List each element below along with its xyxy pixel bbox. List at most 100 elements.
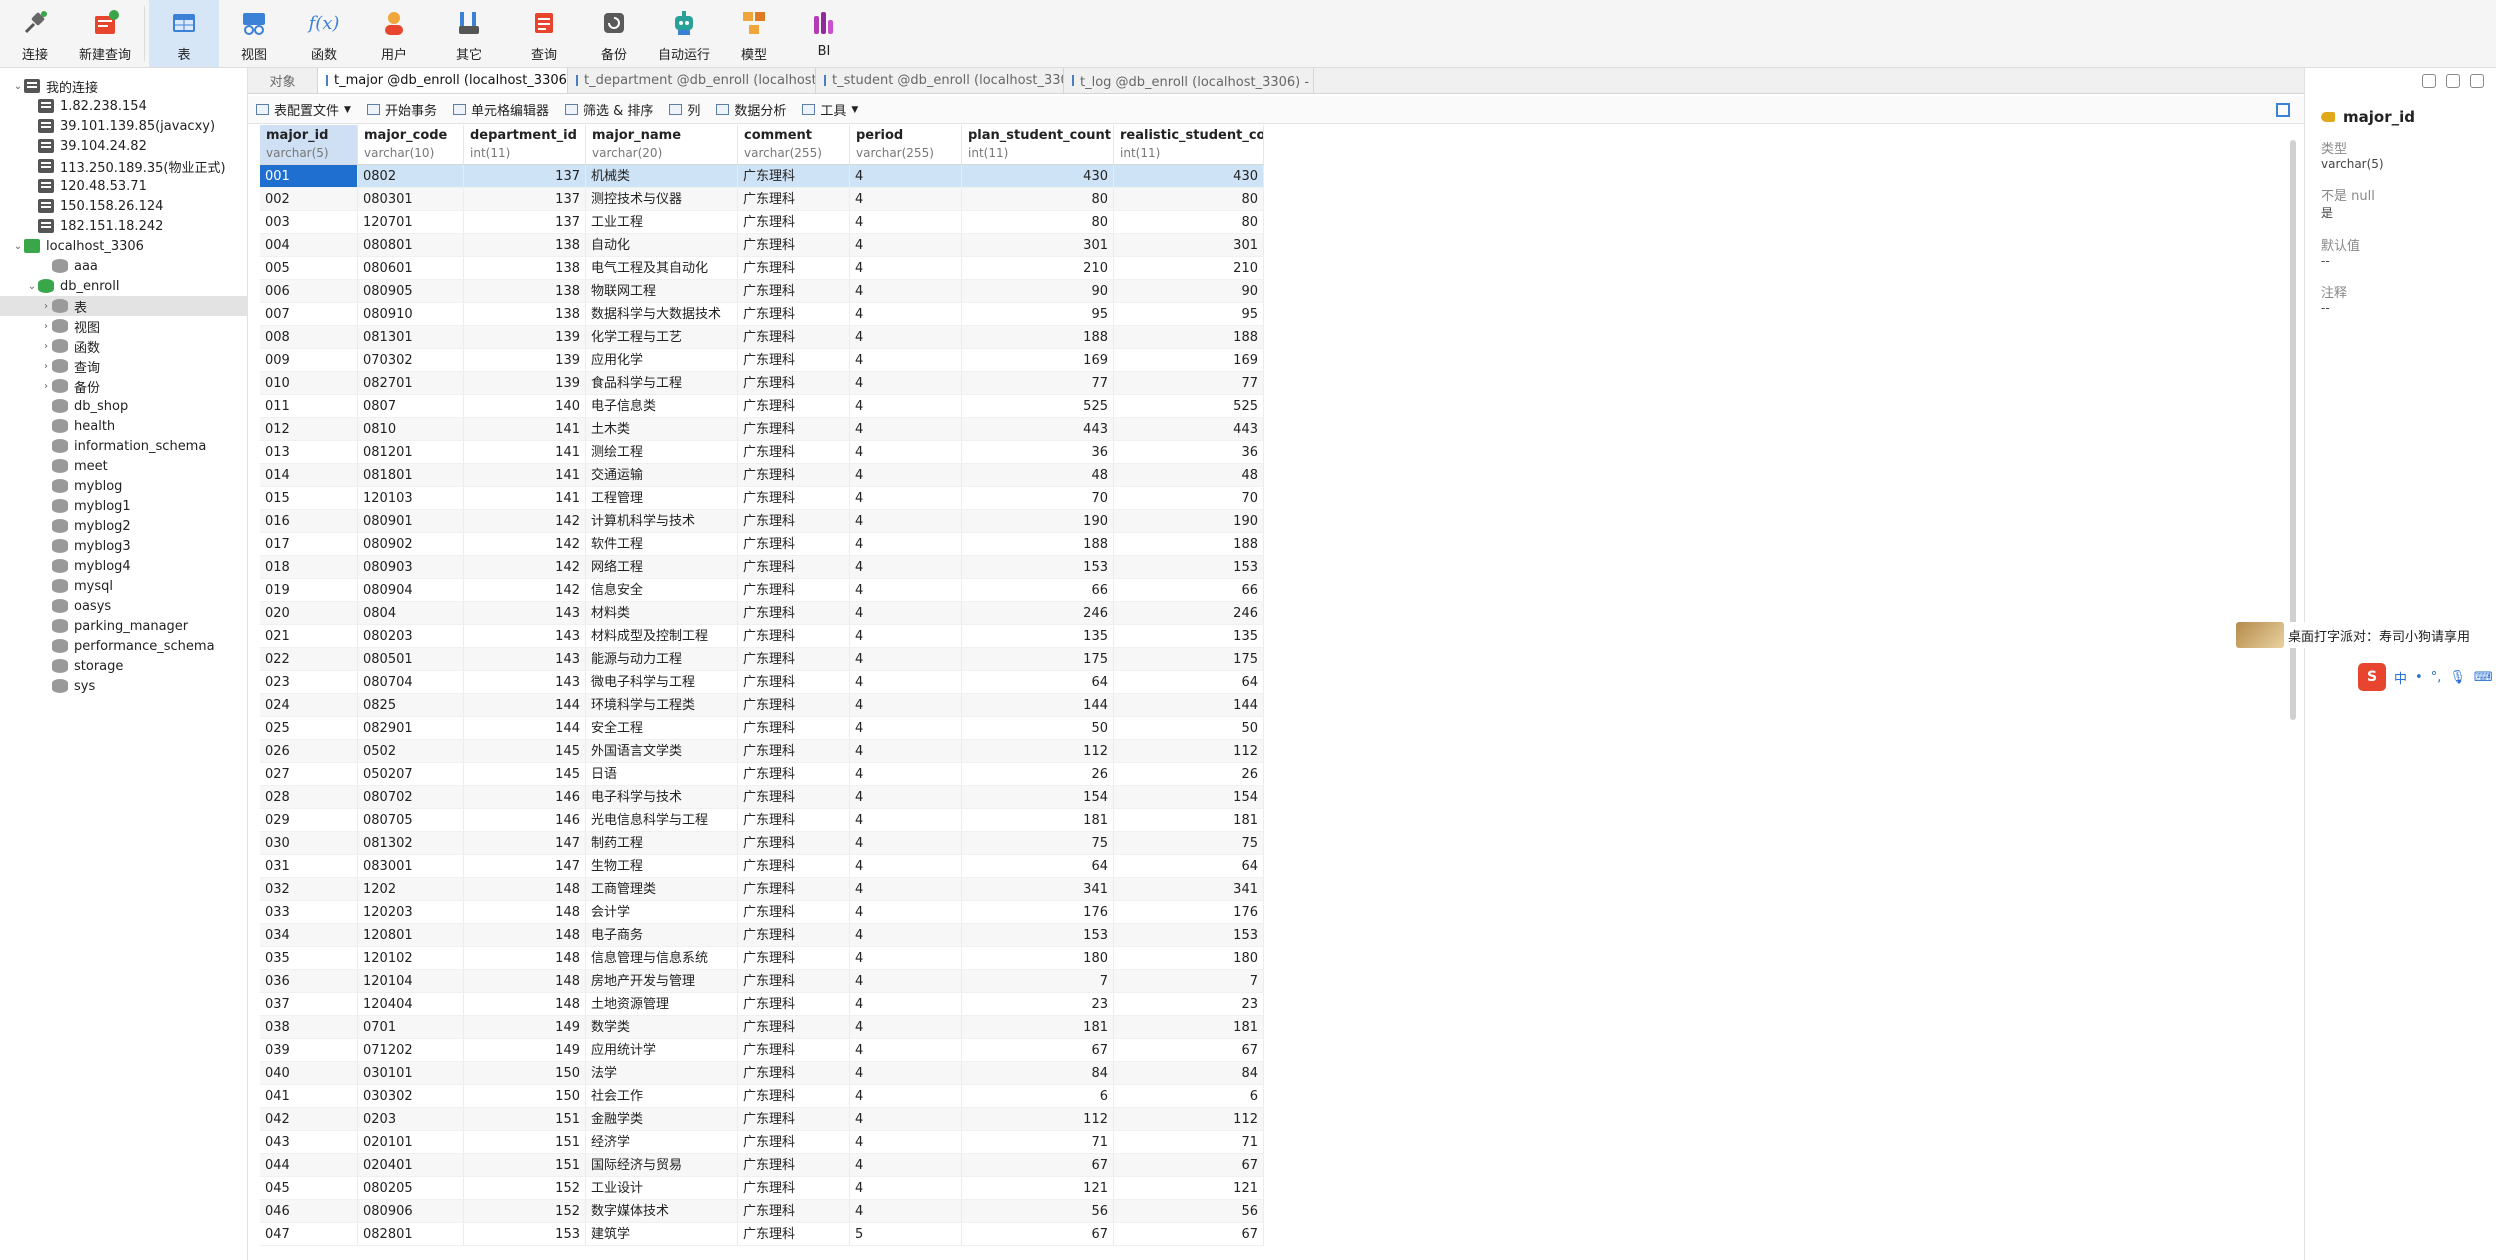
table-cell[interactable]: 化学工程与工艺 xyxy=(586,326,738,348)
ime-punct[interactable]: • xyxy=(2415,670,2423,685)
table-cell[interactable]: 139 xyxy=(464,372,586,394)
table-cell[interactable]: 010 xyxy=(260,372,358,394)
table-cell[interactable]: 033 xyxy=(260,901,358,923)
sidebar-connection[interactable]: 150.158.26.124 xyxy=(0,196,248,216)
table-cell[interactable]: 1202 xyxy=(358,878,464,900)
table-row[interactable]: 027 050207 145 日语 广东理科 4 26 26 xyxy=(260,763,1264,786)
column-header-plan-student-count[interactable]: plan_student_count int(11) xyxy=(962,125,1114,164)
table-cell[interactable]: 广东理科 xyxy=(738,211,850,233)
table-cell[interactable]: 080905 xyxy=(358,280,464,302)
table-cell[interactable]: 4 xyxy=(850,556,962,578)
table-cell[interactable]: 4 xyxy=(850,464,962,486)
table-cell[interactable]: 145 xyxy=(464,763,586,785)
table-cell[interactable]: 26 xyxy=(1114,763,1264,785)
table-cell[interactable]: 030 xyxy=(260,832,358,854)
table-cell[interactable]: 广东理科 xyxy=(738,970,850,992)
table-cell[interactable]: 广东理科 xyxy=(738,280,850,302)
table-cell[interactable]: 021 xyxy=(260,625,358,647)
table-cell[interactable]: 082701 xyxy=(358,372,464,394)
table-row[interactable]: 023 080704 143 微电子科学与工程 广东理科 4 64 64 xyxy=(260,671,1264,694)
table-cell[interactable]: 信息管理与信息系统 xyxy=(586,947,738,969)
table-cell[interactable]: 国际经济与贸易 xyxy=(586,1154,738,1176)
table-row[interactable]: 042 0203 151 金融学类 广东理科 4 112 112 xyxy=(260,1108,1264,1131)
table-cell[interactable]: 301 xyxy=(1114,234,1264,256)
data-analysis-button[interactable]: 数据分析 xyxy=(708,98,794,122)
table-cell[interactable]: 食品科学与工程 xyxy=(586,372,738,394)
chevron-icon[interactable]: › xyxy=(40,341,52,352)
table-row[interactable]: 021 080203 143 材料成型及控制工程 广东理科 4 135 135 xyxy=(260,625,1264,648)
table-cell[interactable]: 广东理科 xyxy=(738,1062,850,1084)
table-cell[interactable]: 301 xyxy=(962,234,1114,256)
table-cell[interactable]: 188 xyxy=(1114,326,1264,348)
table-cell[interactable]: 020401 xyxy=(358,1154,464,1176)
table-cell[interactable]: 77 xyxy=(1114,372,1264,394)
table-cell[interactable]: 153 xyxy=(962,556,1114,578)
table-cell[interactable]: 64 xyxy=(1114,855,1264,877)
table-cell[interactable]: 050207 xyxy=(358,763,464,785)
table-cell[interactable]: 能源与动力工程 xyxy=(586,648,738,670)
tab-t-student[interactable]: t_student @db_enroll (localhost_330... xyxy=(816,68,1064,93)
table-cell[interactable]: 188 xyxy=(962,533,1114,555)
table-cell[interactable]: 026 xyxy=(260,740,358,762)
table-cell[interactable]: 4 xyxy=(850,625,962,647)
table-cell[interactable]: 031 xyxy=(260,855,358,877)
table-cell[interactable]: 67 xyxy=(962,1154,1114,1176)
table-cell[interactable]: 6 xyxy=(1114,1085,1264,1107)
table-cell[interactable]: 002 xyxy=(260,188,358,210)
table-row[interactable]: 014 081801 141 交通运输 广东理科 4 48 48 xyxy=(260,464,1264,487)
table-cell[interactable]: 广东理科 xyxy=(738,1085,850,1107)
table-cell[interactable]: 80 xyxy=(962,211,1114,233)
table-cell[interactable]: 4 xyxy=(850,901,962,923)
table-cell[interactable]: 4 xyxy=(850,648,962,670)
tab-t-log[interactable]: t_log @db_enroll (localhost_3306) - 表 xyxy=(1064,68,1314,93)
table-cell[interactable]: 测控技术与仪器 xyxy=(586,188,738,210)
table-row[interactable]: 016 080901 142 计算机科学与技术 广东理科 4 190 190 xyxy=(260,510,1264,533)
table-cell[interactable]: 制药工程 xyxy=(586,832,738,854)
table-cell[interactable]: 525 xyxy=(1114,395,1264,417)
table-cell[interactable]: 4 xyxy=(850,303,962,325)
table-cell[interactable]: 电子科学与技术 xyxy=(586,786,738,808)
table-cell[interactable]: 169 xyxy=(1114,349,1264,371)
table-cell[interactable]: 广东理科 xyxy=(738,1016,850,1038)
table-cell[interactable]: 150 xyxy=(464,1062,586,1084)
table-cell[interactable]: 027 xyxy=(260,763,358,785)
table-cell[interactable]: 66 xyxy=(962,579,1114,601)
table-cell[interactable]: 4 xyxy=(850,487,962,509)
table-row[interactable]: 032 1202 148 工商管理类 广东理科 4 341 341 xyxy=(260,878,1264,901)
table-cell[interactable]: 0810 xyxy=(358,418,464,440)
table-row[interactable]: 040 030101 150 法学 广东理科 4 84 84 xyxy=(260,1062,1264,1085)
table-cell[interactable]: 146 xyxy=(464,786,586,808)
table-row[interactable]: 001 0802 137 机械类 广东理科 4 430 430 xyxy=(260,165,1264,188)
chevron-icon[interactable]: ⌄ xyxy=(12,81,24,92)
column-header-major-code[interactable]: major_code varchar(10) xyxy=(358,125,464,164)
table-row[interactable]: 047 082801 153 建筑学 广东理科 5 67 67 xyxy=(260,1223,1264,1246)
table-cell[interactable]: 广东理科 xyxy=(738,464,850,486)
table-cell[interactable]: 67 xyxy=(962,1223,1114,1245)
sidebar-connection[interactable]: 1.82.238.154 xyxy=(0,96,248,116)
toolbar-bi-button[interactable]: BI xyxy=(789,0,859,67)
sidebar-database[interactable]: mysql xyxy=(0,576,248,596)
table-cell[interactable]: 210 xyxy=(962,257,1114,279)
table-cell[interactable]: 017 xyxy=(260,533,358,555)
table-cell[interactable]: 工商管理类 xyxy=(586,878,738,900)
table-cell[interactable]: 144 xyxy=(464,717,586,739)
table-cell[interactable]: 443 xyxy=(962,418,1114,440)
chevron-icon[interactable]: › xyxy=(40,361,52,372)
table-cell[interactable]: 028 xyxy=(260,786,358,808)
table-cell[interactable]: 67 xyxy=(1114,1039,1264,1061)
table-cell[interactable]: 4 xyxy=(850,947,962,969)
table-cell[interactable]: 190 xyxy=(1114,510,1264,532)
table-cell[interactable]: 4 xyxy=(850,878,962,900)
table-cell[interactable]: 4 xyxy=(850,1131,962,1153)
table-cell[interactable]: 039 xyxy=(260,1039,358,1061)
table-cell[interactable]: 036 xyxy=(260,970,358,992)
table-cell[interactable]: 175 xyxy=(962,648,1114,670)
table-cell[interactable]: 341 xyxy=(962,878,1114,900)
table-cell[interactable]: 120102 xyxy=(358,947,464,969)
table-row[interactable]: 015 120103 141 工程管理 广东理科 4 70 70 xyxy=(260,487,1264,510)
sidebar-database-db-enroll[interactable]: ⌄ db_enroll xyxy=(0,276,248,296)
table-cell[interactable]: 032 xyxy=(260,878,358,900)
table-cell[interactable]: 广东理科 xyxy=(738,740,850,762)
expand-icon[interactable] xyxy=(2276,102,2290,117)
table-cell[interactable]: 138 xyxy=(464,234,586,256)
